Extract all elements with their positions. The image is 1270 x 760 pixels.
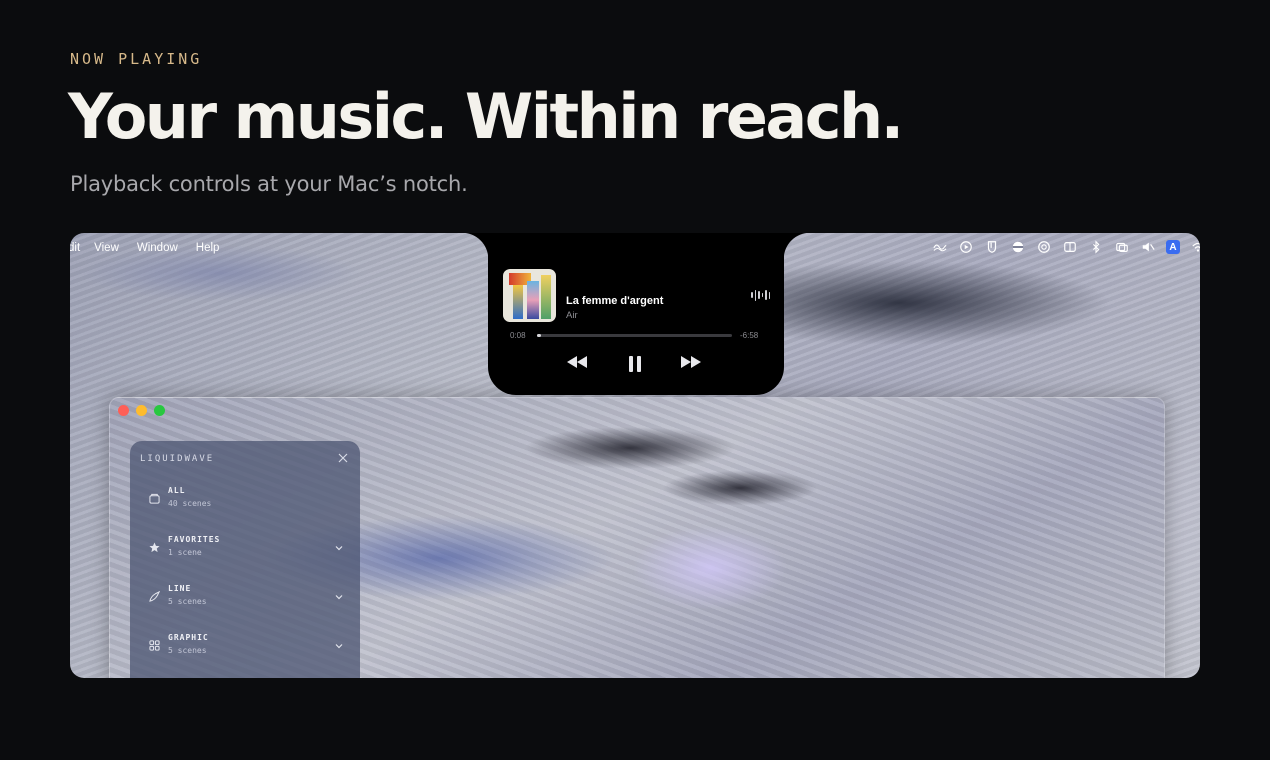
- progress-bar[interactable]: [537, 334, 732, 337]
- category-count: 1 scene: [168, 548, 202, 557]
- folder-icon: [148, 492, 160, 504]
- category-line[interactable]: LINE 5 scenes: [148, 581, 344, 617]
- power-circle-icon[interactable]: [1036, 239, 1052, 255]
- next-track-button[interactable]: [680, 355, 702, 369]
- category-name: ALL: [168, 486, 186, 495]
- eyebrow-label: NOW PLAYING: [70, 50, 203, 68]
- category-name: FAVORITES: [168, 535, 221, 544]
- elapsed-time: 0:08: [510, 331, 526, 340]
- shield-icon[interactable]: [984, 239, 1000, 255]
- play-circle-icon[interactable]: [958, 239, 974, 255]
- minimize-window-button[interactable]: [136, 405, 147, 416]
- wifi-icon[interactable]: [1190, 239, 1200, 255]
- rewind-icon: [567, 356, 587, 368]
- chevron-down-icon[interactable]: [334, 589, 344, 600]
- app-window: LIQUIDWAVE ALL 40 scenes FAVORITES 1 sce…: [109, 397, 1165, 678]
- category-count: 40 scenes: [168, 499, 212, 508]
- mac-screen-preview: dit View Window Help A La femme d'argent…: [70, 233, 1200, 678]
- category-graphic[interactable]: GRAPHIC 5 scenes: [148, 630, 344, 666]
- remaining-time: -6:58: [740, 331, 759, 340]
- audio-wave-icon[interactable]: [751, 289, 770, 301]
- chevron-down-icon[interactable]: [334, 540, 344, 551]
- scene-panel: LIQUIDWAVE ALL 40 scenes FAVORITES 1 sce…: [130, 441, 360, 678]
- pause-icon: [629, 356, 641, 372]
- category-favorites[interactable]: FAVORITES 1 scene: [148, 532, 344, 568]
- fast-forward-icon: [681, 356, 701, 368]
- category-name: GRAPHIC: [168, 633, 209, 642]
- close-window-button[interactable]: [118, 405, 129, 416]
- close-icon[interactable]: [336, 451, 350, 465]
- half-circle-icon[interactable]: [1010, 239, 1026, 255]
- track-artist: Air: [566, 310, 578, 321]
- split-window-icon[interactable]: [1062, 239, 1078, 255]
- mute-icon[interactable]: [1140, 239, 1156, 255]
- track-title: La femme d'argent: [566, 295, 664, 307]
- menu-item-window[interactable]: Window: [137, 242, 178, 254]
- brush-icon: [148, 590, 160, 602]
- category-all[interactable]: ALL 40 scenes: [148, 483, 344, 519]
- star-icon: [148, 541, 160, 553]
- category-count: 5 scenes: [168, 597, 207, 606]
- pause-button[interactable]: [628, 355, 642, 373]
- page-subline: Playback controls at your Mac’s notch.: [70, 172, 468, 196]
- grid-icon: [148, 639, 160, 651]
- maximize-window-button[interactable]: [154, 405, 165, 416]
- chevron-down-icon[interactable]: [334, 638, 344, 649]
- category-count: 5 scenes: [168, 646, 207, 655]
- category-name: LINE: [168, 584, 192, 593]
- progress-fill: [537, 334, 541, 337]
- bluetooth-icon[interactable]: [1088, 239, 1104, 255]
- album-art: [503, 269, 556, 322]
- panel-title: LIQUIDWAVE: [140, 454, 215, 464]
- previous-track-button[interactable]: [566, 355, 588, 369]
- menu-item-help[interactable]: Help: [196, 242, 220, 254]
- now-playing-notch: La femme d'argent Air 0:08 -6:58: [462, 233, 810, 395]
- input-source-icon[interactable]: A: [1166, 240, 1180, 254]
- window-controls: [118, 405, 165, 416]
- menu-item-edit[interactable]: dit: [70, 242, 80, 254]
- window-stack-icon[interactable]: [1114, 239, 1130, 255]
- menu-item-view[interactable]: View: [94, 242, 119, 254]
- waveform-icon[interactable]: [932, 239, 948, 255]
- page-headline: Your music. Within reach.: [68, 80, 904, 153]
